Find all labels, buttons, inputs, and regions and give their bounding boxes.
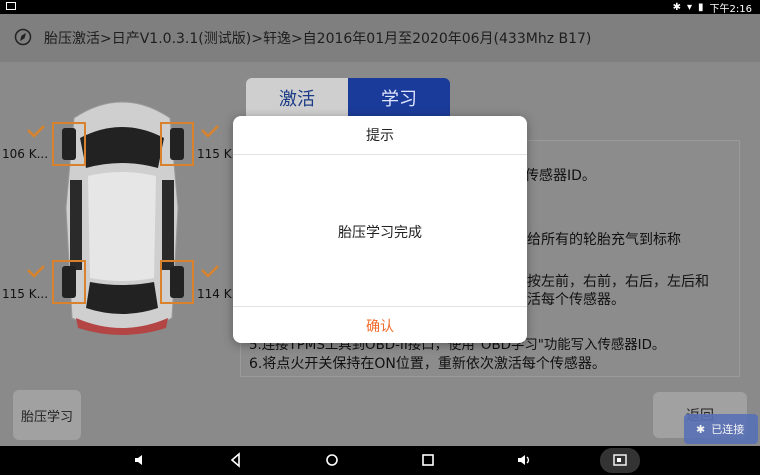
dialog-message: 胎压学习完成	[338, 225, 422, 241]
back-icon[interactable]	[228, 452, 244, 468]
screenshot-button[interactable]	[600, 448, 640, 473]
recent-apps-icon[interactable]	[420, 452, 436, 468]
screenshot-icon	[613, 454, 627, 466]
volume-down-icon[interactable]	[132, 452, 148, 468]
home-icon[interactable]	[324, 452, 340, 468]
volume-up-icon[interactable]	[516, 452, 532, 468]
confirm-button[interactable]: 确认	[233, 306, 527, 344]
dialog-title: 提示	[233, 116, 527, 155]
alert-dialog: 提示 胎压学习完成 确认	[233, 116, 527, 343]
navigation-bar	[0, 446, 760, 475]
